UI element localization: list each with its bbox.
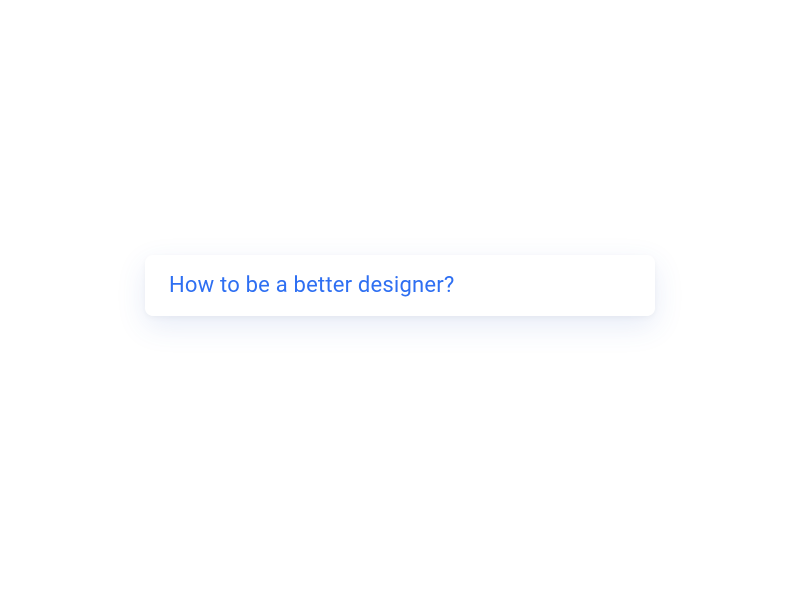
search-input[interactable] [169,273,631,298]
search-card [145,255,655,316]
